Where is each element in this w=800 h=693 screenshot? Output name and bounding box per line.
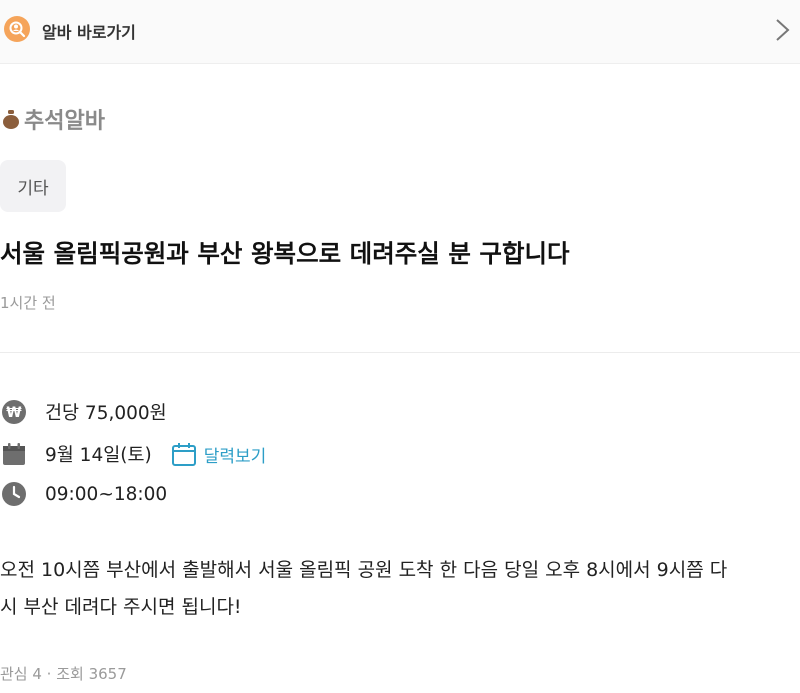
calendar-outline-icon: [171, 443, 196, 466]
description-line: 시 부산 데려다 주시면 됩니다!: [0, 596, 242, 618]
date-row: 9월 14일(토) 달력보기: [0, 439, 266, 469]
category-label: 추석알바: [24, 109, 105, 134]
chevron-right-icon[interactable]: [772, 17, 794, 43]
won-icon: ₩: [0, 398, 28, 426]
user-search-icon: [4, 16, 30, 42]
shortcut-bar[interactable]: 알바 바로가기: [0, 0, 800, 64]
post-stats: 관심 4 · 조회 3657: [0, 665, 127, 683]
pay-text: 건당 75,000원: [45, 403, 167, 424]
money-bag-icon: [3, 110, 19, 129]
hours-text: 09:00~18:00: [45, 483, 168, 505]
description-line: 오전 10시쯤 부산에서 출발해서 서울 올림픽 공원 도착 한 다음 당일 오…: [0, 559, 728, 581]
clock-icon: [0, 480, 28, 508]
section-divider: [0, 352, 800, 353]
shortcut-label: 알바 바로가기: [42, 23, 136, 42]
view-calendar-label: 달력보기: [203, 446, 267, 467]
post-title: 서울 올림픽공원과 부산 왕복으로 데려주실 분 구합니다: [0, 239, 570, 268]
post-description: 오전 10시쯤 부산에서 출발해서 서울 올림픽 공원 도착 한 다음 당일 오…: [0, 552, 800, 626]
view-calendar-link[interactable]: 달력보기: [170, 440, 267, 468]
hours-row: 09:00~18:00: [0, 479, 167, 509]
job-category: 추석알바: [2, 103, 105, 135]
pay-row: ₩ 건당 75,000원: [0, 397, 167, 427]
tag-chip[interactable]: 기타: [0, 160, 66, 212]
calendar-icon: [0, 440, 28, 468]
svg-text:₩: ₩: [6, 405, 22, 421]
date-text: 9월 14일(토): [45, 445, 152, 466]
posted-time: 1시간 전: [0, 294, 56, 312]
